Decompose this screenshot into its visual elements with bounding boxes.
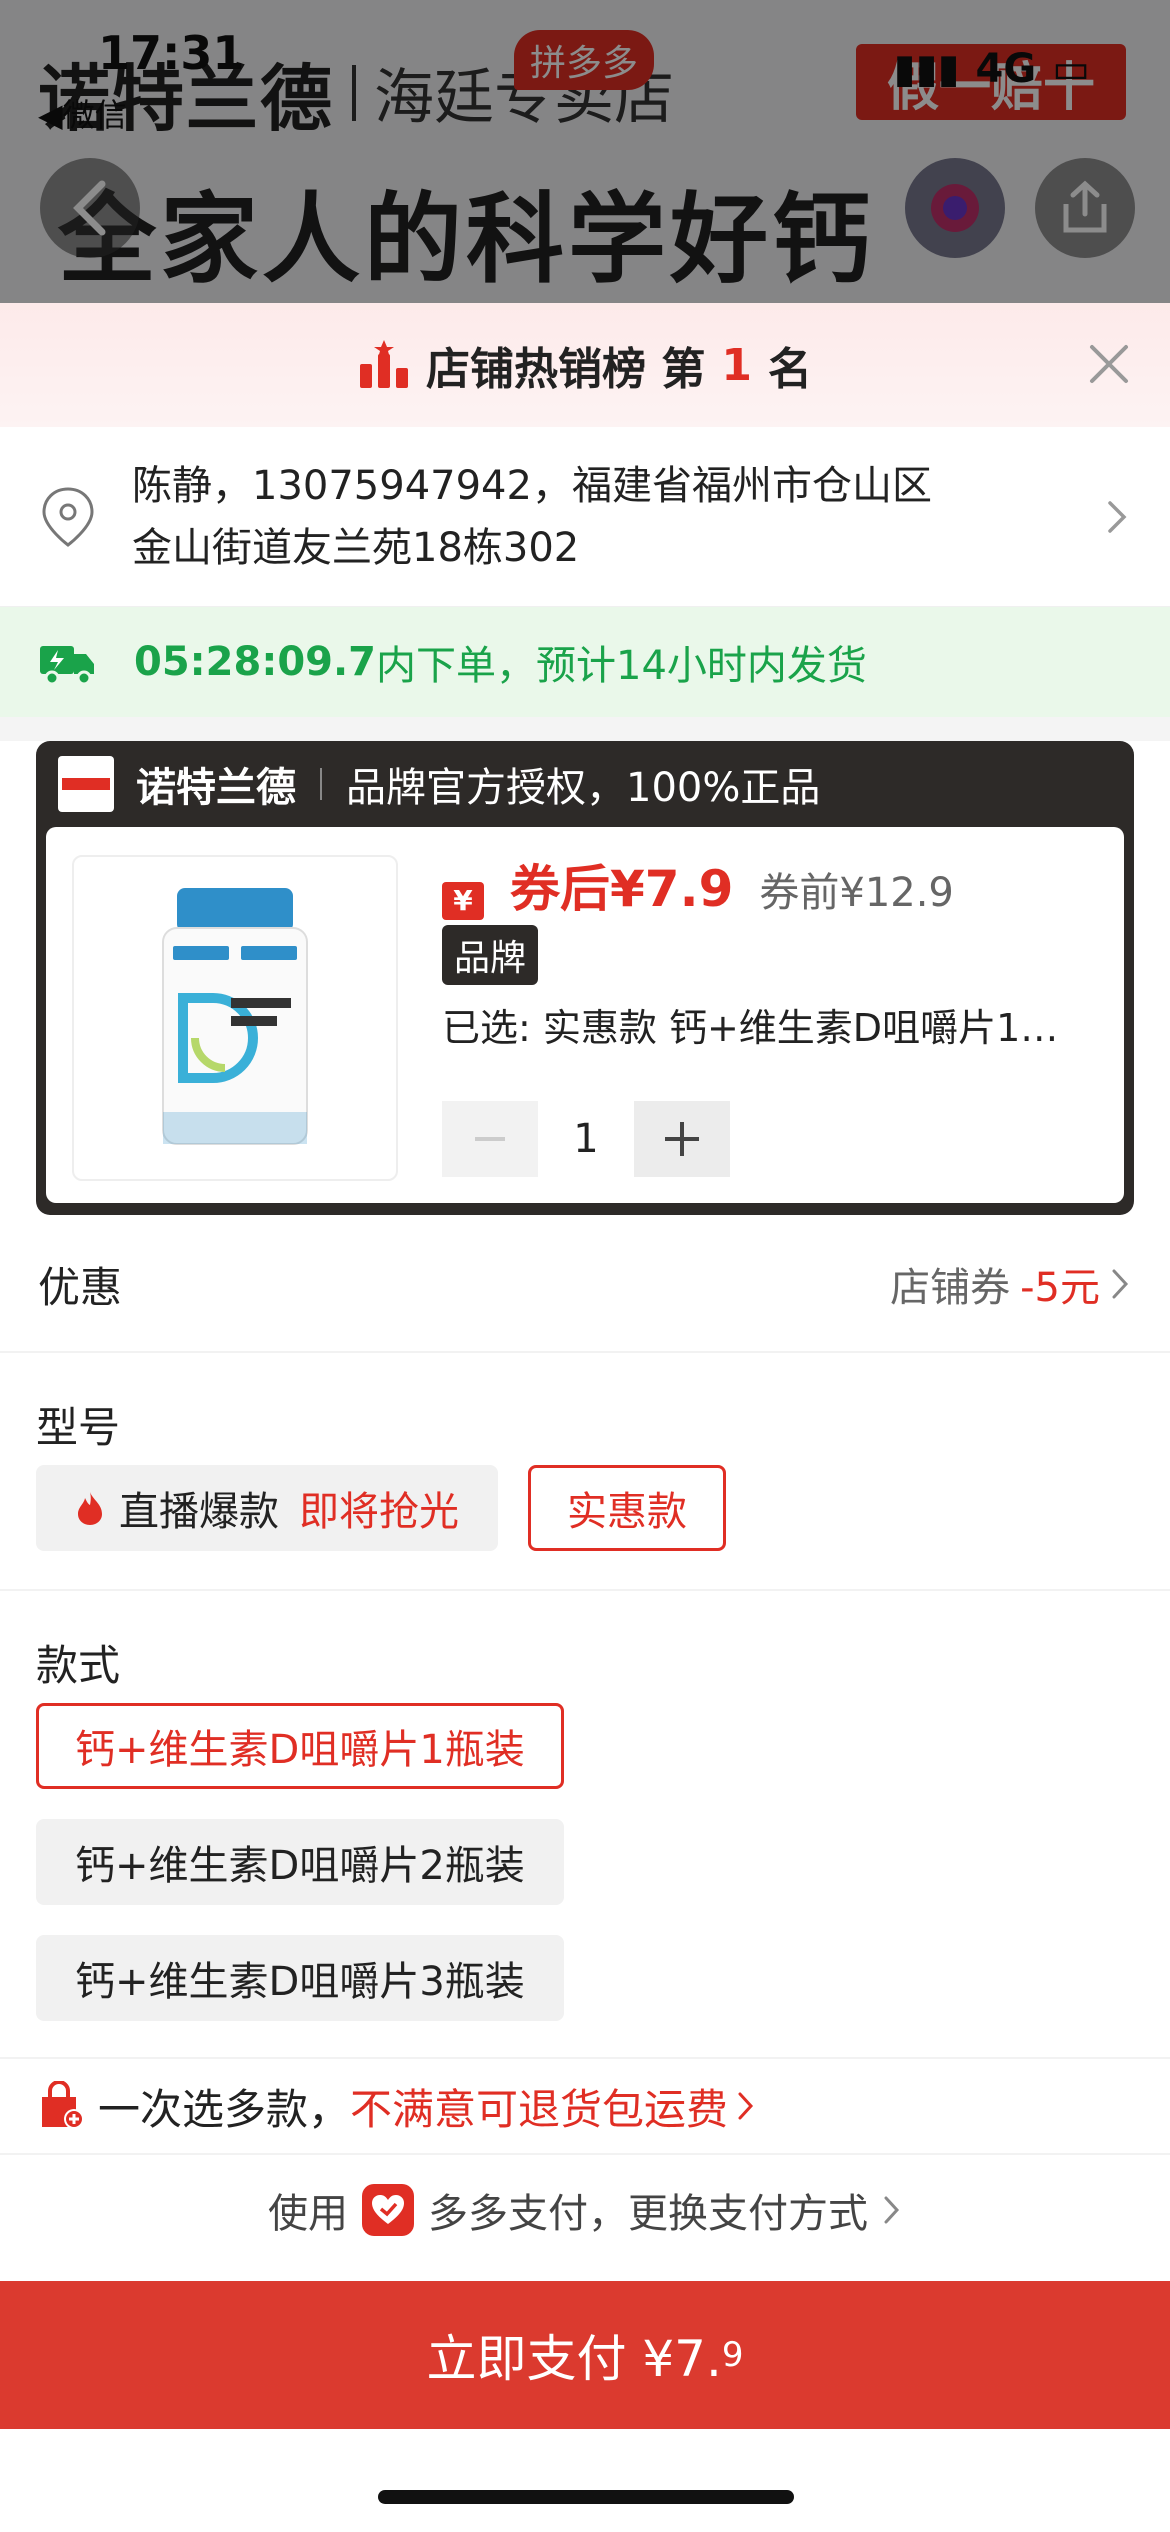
- rank-title: 店铺热销榜 第 1 名: [358, 333, 812, 397]
- shopping-bag-plus-icon: [42, 2081, 84, 2129]
- dim-overlay[interactable]: [0, 0, 1170, 305]
- home-indicator[interactable]: [378, 2490, 794, 2504]
- payment-method-row[interactable]: 使用 多多支付，更换支付方式: [0, 2155, 1170, 2265]
- coupon-icon: ¥: [442, 881, 484, 920]
- fire-icon: [78, 1492, 102, 1525]
- heart-icon: [372, 2195, 404, 2224]
- shipping-eta-banner: 05:28:09.7 内下单，预计14小时内发货: [0, 607, 1170, 717]
- product-info: ¥ 券后¥7.9 券前¥12.9 品牌 已选: 实惠款 钙+维生素D咀嚼片1瓶装…: [46, 827, 1124, 1203]
- shipping-address-row[interactable]: 陈静，13075947942，福建省福州市仓山区 金山街道友兰苑18栋302: [0, 427, 1170, 607]
- model-options: 直播爆款 即将抢光 实惠款: [0, 1465, 1170, 1591]
- order-countdown: 05:28:09.7: [134, 639, 377, 685]
- location-pin-icon: [42, 486, 94, 547]
- selected-spec: 已选: 实惠款 钙+维生素D咀嚼片1瓶装: [442, 1006, 1082, 1050]
- brand-authorization: 品牌官方授权，100%正品: [346, 765, 821, 811]
- model-section: 型号 直播爆款 即将抢光 实惠款: [0, 1353, 1170, 1591]
- rank-chart-icon: [360, 340, 409, 388]
- decrease-quantity-button[interactable]: [442, 1101, 538, 1177]
- payment-method-text: 多多支付，更换支付方式: [428, 2191, 868, 2237]
- price-after-coupon: 券后¥7.9: [510, 860, 734, 918]
- fast-delivery-truck-icon: [40, 646, 94, 686]
- model-option-live-hot[interactable]: 直播爆款 即将抢光: [36, 1465, 498, 1551]
- model-title: 型号: [36, 1402, 121, 1452]
- pay-now-cents: 9: [721, 2335, 744, 2375]
- chevron-right-icon: [884, 2196, 900, 2224]
- brand-tag: 品牌: [442, 925, 539, 985]
- rank-number: 1: [721, 339, 752, 391]
- discount-label: 优惠: [38, 1262, 123, 1312]
- address-text: 陈静，13075947942，福建省福州市仓山区 金山街道友兰苑18栋302: [132, 455, 1104, 579]
- increase-quantity-button[interactable]: [634, 1101, 730, 1177]
- style-option-2-bottles[interactable]: 钙+维生素D咀嚼片2瓶装: [36, 1819, 564, 1905]
- return-guarantee-link[interactable]: 不满意可退货包运费: [350, 2076, 756, 2137]
- style-title: 款式: [36, 1640, 121, 1690]
- rank-suffix: 名: [767, 344, 812, 395]
- model-option-label: 直播爆款: [119, 1489, 279, 1535]
- purchase-sheet: 店铺热销榜 第 1 名 陈静，13075947942，福建省福州市仓山区 金山街…: [0, 303, 1170, 2532]
- plus-icon: [665, 1122, 699, 1156]
- pay-now-label: 立即支付 ¥7.: [426, 2330, 722, 2388]
- payment-prefix: 使用: [268, 2191, 348, 2237]
- product-thumbnail[interactable]: [72, 855, 398, 1181]
- return-guarantee-row[interactable]: 一次选多款， 不满意可退货包运费: [0, 2059, 1170, 2155]
- style-option-1-bottle[interactable]: 钙+维生素D咀嚼片1瓶装: [36, 1703, 564, 1789]
- style-options: 钙+维生素D咀嚼片1瓶装 钙+维生素D咀嚼片2瓶装 钙+维生素D咀嚼片3瓶装: [0, 1703, 1170, 2059]
- close-icon[interactable]: [1086, 341, 1132, 387]
- section-gap: [0, 717, 1170, 741]
- store-rank-banner: 店铺热销榜 第 1 名: [0, 303, 1170, 427]
- discount-amount: -5元: [1020, 1265, 1100, 1311]
- shipping-eta-text: 内下单，预计14小时内发货: [376, 643, 867, 689]
- address-line-2: 金山街道友兰苑18栋302: [132, 524, 580, 571]
- style-section: 款式 钙+维生素D咀嚼片1瓶装 钙+维生素D咀嚼片2瓶装 钙+维生素D咀嚼片3瓶…: [0, 1591, 1170, 2059]
- product-brand-header: 诺特兰德 品牌官方授权，100%正品: [36, 741, 1134, 827]
- chevron-right-icon: [738, 2092, 754, 2120]
- multi-select-text: 一次选多款，: [98, 2084, 351, 2134]
- model-option-value[interactable]: 实惠款: [528, 1465, 726, 1551]
- address-line-1: 陈静，13075947942，福建省福州市仓山区: [132, 462, 932, 509]
- return-guarantee-text: 不满意可退货包运费: [350, 2084, 729, 2134]
- product-card: 诺特兰德 品牌官方授权，100%正品 ¥ 券后¥7.9 券前¥12.9 品牌 已…: [36, 741, 1134, 1215]
- brand-logo-mark: [62, 778, 110, 790]
- chevron-right-icon: [1112, 1269, 1129, 1299]
- duoduo-pay-icon: [362, 2184, 414, 2236]
- price-row: ¥ 券后¥7.9 券前¥12.9: [442, 849, 954, 921]
- model-option-label: 实惠款: [567, 1489, 687, 1535]
- supplement-bottle-image: [162, 888, 308, 1145]
- quantity-value[interactable]: 1: [538, 1116, 634, 1162]
- brand-logo: [58, 756, 114, 812]
- minus-icon: [475, 1137, 505, 1141]
- product-brand-name: 诺特兰德: [136, 765, 296, 811]
- discount-value: 店铺券 -5元: [890, 1255, 1132, 1313]
- price-before-coupon: 券前¥12.9: [759, 870, 954, 916]
- brand-separator: [320, 768, 322, 800]
- rank-prefix: 店铺热销榜 第: [426, 344, 706, 395]
- style-option-3-bottles[interactable]: 钙+维生素D咀嚼片3瓶装: [36, 1935, 564, 2021]
- background-product-page: 诺特兰德 海廷专卖店 拼多多 假一赔十 全家人的科学好钙 300mg钙 17:3…: [0, 0, 1170, 305]
- model-option-hot-label: 即将抢光: [299, 1489, 459, 1535]
- pay-now-button[interactable]: 立即支付 ¥7. 9: [0, 2281, 1170, 2429]
- chevron-right-icon: [1108, 500, 1127, 533]
- discount-row[interactable]: 优惠 店铺券 -5元: [0, 1217, 1170, 1353]
- discount-type: 店铺券: [890, 1265, 1011, 1311]
- quantity-stepper: 1: [442, 1101, 730, 1177]
